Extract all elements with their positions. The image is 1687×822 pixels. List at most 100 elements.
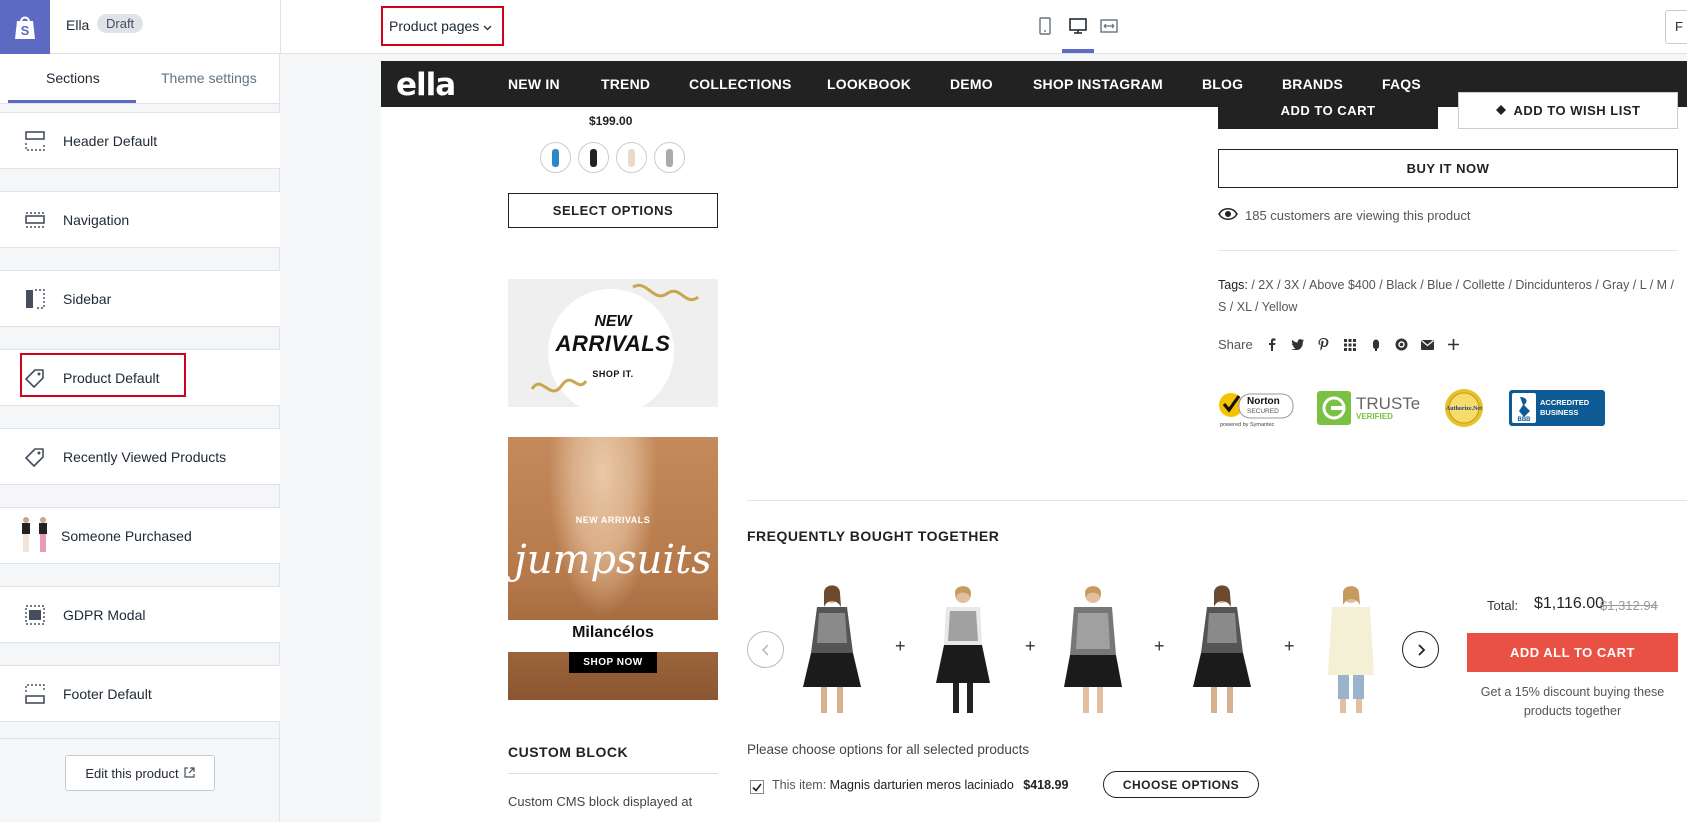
active-tab-indicator (8, 100, 136, 103)
item-checkbox[interactable] (750, 780, 764, 794)
add-to-cart-button[interactable]: ADD TO CART (1218, 92, 1438, 129)
pinterest-icon[interactable] (1317, 338, 1331, 352)
nav-lookbook[interactable]: LOOKBOOK (827, 76, 911, 92)
previous-arrow-button[interactable] (747, 631, 784, 668)
tab-sections[interactable]: Sections (46, 70, 100, 86)
shopify-bag-icon[interactable]: S (0, 0, 50, 54)
grid-share-icon[interactable] (1343, 338, 1357, 352)
next-arrow-button[interactable] (1402, 631, 1439, 668)
product-price: $199.00 (589, 114, 633, 128)
nav-blog[interactable]: BLOG (1202, 76, 1243, 92)
norton-text: Norton (1247, 396, 1280, 407)
fbt-product-image[interactable] (1187, 583, 1257, 717)
divider (747, 500, 1687, 501)
mobile-view-icon[interactable] (1032, 13, 1058, 39)
choose-options-button[interactable]: CHOOSE OPTIONS (1103, 771, 1259, 798)
modal-layout-icon (24, 604, 46, 626)
total-price: $1,116.00 (1534, 595, 1604, 612)
panel-footer: Edit this product (0, 738, 280, 822)
norton-badge: Norton SECURED powered by Symantec (1217, 388, 1295, 428)
plus-icon: + (1025, 636, 1036, 656)
divider (280, 0, 281, 54)
banner-line-2: ARRIVALS (555, 331, 671, 356)
facebook-icon[interactable] (1265, 338, 1279, 352)
nav-shop-instagram[interactable]: SHOP INSTAGRAM (1033, 76, 1163, 92)
tag-icon (24, 446, 46, 468)
choose-options-note: Please choose options for all selected p… (747, 742, 1030, 757)
page-type-select[interactable]: Product pages (381, 6, 504, 46)
truste-sub-text: VERIFIED (1356, 412, 1393, 421)
wishlist-label: ADD TO WISH LIST (1513, 103, 1641, 118)
bbb-badge: BBB ACCREDITED BUSINESS (1509, 388, 1605, 428)
section-gdpr-modal[interactable]: GDPR Modal (0, 586, 280, 643)
norton-powered-text: powered by Symantec (1220, 422, 1275, 428)
plus-icon[interactable] (1447, 338, 1461, 352)
nav-collections[interactable]: COLLECTIONS (689, 76, 792, 92)
total-old-price: $1,312.94 (1600, 598, 1658, 613)
section-label: Header Default (63, 132, 158, 149)
section-header-default[interactable]: Header Default (0, 112, 280, 169)
theme-name: Ella (66, 17, 90, 33)
nav-new-in[interactable]: NEW IN (508, 76, 560, 92)
fbt-product-image[interactable] (797, 583, 867, 717)
section-recently-viewed[interactable]: Recently Viewed Products (0, 428, 280, 485)
add-all-to-cart-button[interactable]: ADD ALL TO CART (1467, 633, 1678, 672)
truste-badge: TRUSTe VERIFIED (1315, 388, 1425, 428)
custom-block-title: CUSTOM BLOCK (508, 744, 629, 760)
nav-demo[interactable]: DEMO (950, 76, 993, 92)
desktop-view-icon[interactable] (1065, 13, 1091, 39)
discount-note: Get a 15% discount buying these products… (1480, 685, 1665, 718)
section-sidebar[interactable]: Sidebar (0, 270, 280, 327)
store-logo[interactable]: ella (396, 67, 456, 103)
tags-list[interactable]: / 2X / 3X / Above $400 / Black / Blue / … (1218, 278, 1674, 314)
select-options-button[interactable]: SELECT OPTIONS (508, 193, 718, 228)
section-someone-purchased[interactable]: Someone Purchased (0, 507, 280, 564)
status-badge: Draft (97, 14, 144, 33)
color-swatch[interactable] (616, 142, 647, 173)
this-item-name[interactable]: Magnis darturien meros laciniado (830, 778, 1014, 792)
add-to-wishlist-button[interactable]: ADD TO WISH LIST (1458, 92, 1678, 129)
footer-layout-icon (24, 683, 46, 705)
panel-tabs: Sections Theme settings (0, 54, 279, 104)
color-swatch[interactable] (578, 142, 609, 173)
color-swatch[interactable] (540, 142, 571, 173)
divider (1218, 250, 1678, 251)
topbar-right-button[interactable]: F (1665, 10, 1687, 44)
theme-preview: ella NEW IN TREND COLLECTIONS LOOKBOOK D… (381, 61, 1687, 822)
nav-trend[interactable]: TREND (601, 76, 650, 92)
color-swatch[interactable] (654, 142, 685, 173)
total-label: Total: (1487, 598, 1519, 613)
this-item-price: $418.99 (1023, 778, 1069, 792)
banner-script-text: jumpsuits (514, 537, 712, 583)
shop-now-button[interactable]: SHOP NOW (569, 652, 657, 673)
product-thumbnail (18, 516, 52, 552)
email-icon[interactable] (1421, 338, 1435, 352)
nav-brands[interactable]: BRANDS (1282, 76, 1343, 92)
edit-product-button[interactable]: Edit this product (65, 755, 215, 791)
authorize-net-text: Authorize.Net (1446, 406, 1482, 412)
fbt-product-image[interactable] (928, 583, 998, 717)
tumblr-icon[interactable] (1369, 338, 1383, 352)
section-footer-default[interactable]: Footer Default (0, 665, 280, 722)
viewing-count: 185 customers are viewing this product (1218, 207, 1470, 224)
fullscreen-view-icon[interactable] (1096, 13, 1122, 39)
tab-theme-settings[interactable]: Theme settings (161, 70, 257, 86)
custom-block-text: Custom CMS block displayed at (508, 794, 693, 809)
checkmark-icon (752, 783, 762, 792)
buy-now-button[interactable]: BUY IT NOW (1218, 149, 1678, 188)
jumpsuits-banner[interactable]: NEW ARRIVALS jumpsuits Milancélos SHOP N… (508, 437, 718, 700)
reddit-icon[interactable] (1395, 338, 1409, 352)
ribbon-decoration (530, 378, 588, 393)
editor-topbar: S Ella Draft Product pages F (0, 0, 1687, 54)
nav-faqs[interactable]: FAQS (1382, 76, 1421, 92)
svg-text:S: S (21, 23, 30, 38)
fbt-product-image[interactable] (1058, 583, 1128, 717)
edit-product-label: Edit this product (85, 765, 179, 781)
section-navigation[interactable]: Navigation (0, 191, 280, 248)
share-label: Share (1218, 337, 1253, 352)
fbt-product-image[interactable] (1316, 583, 1386, 717)
banner-kicker: NEW ARRIVALS (575, 515, 651, 525)
diamond-icon (1495, 103, 1506, 118)
twitter-icon[interactable] (1291, 338, 1305, 352)
new-arrivals-banner[interactable]: NEW ARRIVALS SHOP IT. (508, 279, 718, 407)
